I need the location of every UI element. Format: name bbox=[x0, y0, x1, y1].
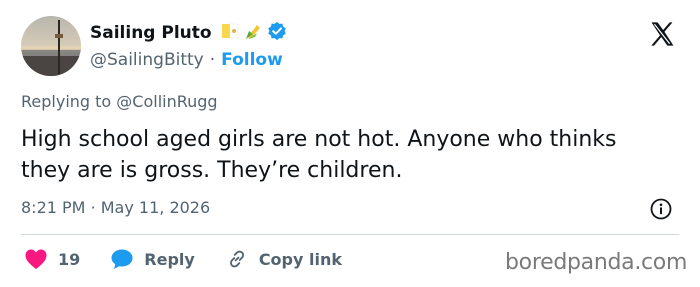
display-name[interactable]: Sailing Pluto bbox=[90, 23, 212, 43]
handle-separator: · bbox=[209, 50, 216, 70]
like-count: 19 bbox=[58, 249, 81, 269]
tweet-date: May 11, 2026 bbox=[100, 198, 211, 217]
tweet-time: 8:21 PM bbox=[21, 198, 86, 217]
watermark: boredpanda.com bbox=[505, 250, 688, 275]
corn-icon bbox=[243, 21, 263, 45]
replying-to-line: Replying to @CollinRugg bbox=[21, 92, 218, 111]
heart-icon bbox=[25, 249, 47, 269]
reply-label: Reply bbox=[144, 249, 195, 269]
author-handle-row: @SailingBitty · Follow bbox=[90, 48, 283, 72]
timestamp-separator: · bbox=[90, 198, 96, 217]
avatar-image bbox=[21, 16, 81, 76]
divider bbox=[21, 234, 679, 235]
handle[interactable]: @SailingBitty bbox=[90, 50, 204, 70]
replying-to-prefix: Replying to bbox=[21, 92, 112, 111]
reply-button[interactable]: Reply bbox=[110, 248, 195, 270]
copy-link-label: Copy link bbox=[258, 249, 342, 269]
tweet-timestamp[interactable]: 8:21 PM · May 11, 2026 bbox=[21, 198, 210, 217]
info-icon[interactable] bbox=[650, 198, 672, 220]
x-logo-icon[interactable] bbox=[648, 20, 676, 48]
verified-badge-icon bbox=[267, 21, 287, 45]
tweet-text: High school aged girls are not hot. Anyo… bbox=[21, 127, 617, 183]
link-icon bbox=[229, 250, 244, 268]
avatar[interactable] bbox=[21, 16, 81, 76]
author-name-row: Sailing Pluto bbox=[90, 20, 287, 46]
follow-button[interactable]: Follow bbox=[221, 50, 283, 70]
pineapple-flag-icon bbox=[220, 21, 240, 45]
tweet-actions: 19 Reply Copy link bbox=[24, 246, 372, 272]
like-button[interactable]: 19 bbox=[24, 248, 80, 270]
copy-link-button[interactable]: Copy link bbox=[225, 248, 342, 270]
reply-bubble-icon bbox=[111, 249, 133, 269]
replying-to-mention[interactable]: @CollinRugg bbox=[116, 92, 217, 111]
